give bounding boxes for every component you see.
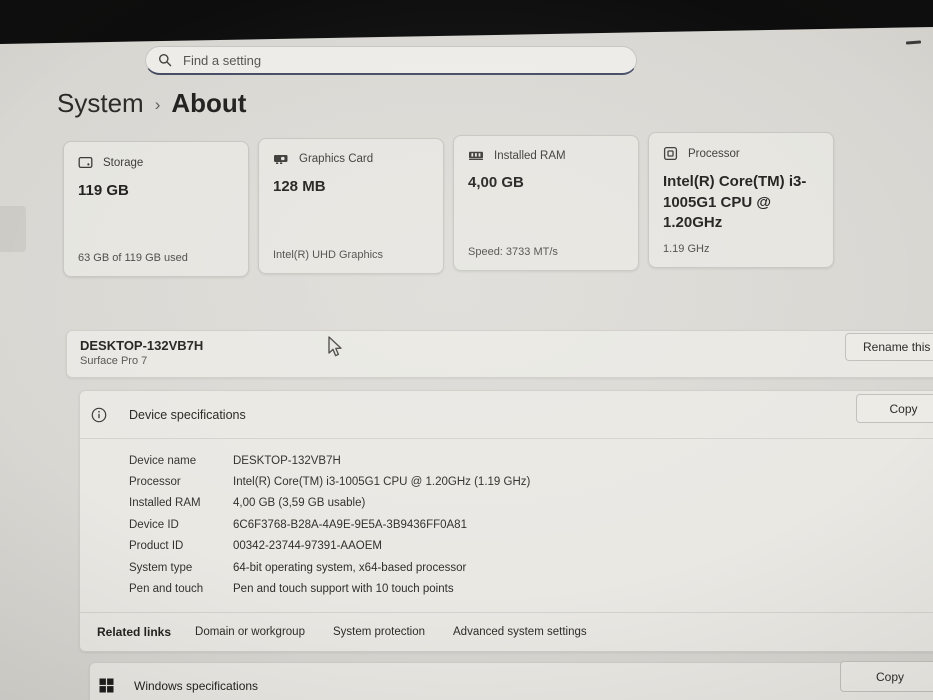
- settings-screen: System › About Storage 119 GB 63 GB of 1…: [0, 0, 933, 700]
- spec-row-system-type: System type 64-bit operating system, x64…: [129, 557, 933, 578]
- storage-icon: [78, 155, 93, 170]
- rename-pc-button[interactable]: Rename this: [845, 333, 933, 361]
- device-specs-title: Device specifications: [129, 407, 246, 422]
- card-graphics[interactable]: Graphics Card 128 MB Intel(R) UHD Graphi…: [258, 138, 444, 274]
- spec-row-device-id: Device ID 6C6F3768-B28A-4A9E-9E5A-3B9436…: [129, 514, 933, 535]
- spec-label: Device ID: [129, 518, 179, 531]
- photo-edge-artifact: [0, 206, 26, 252]
- breadcrumb: System › About: [57, 88, 246, 119]
- card-caption: Intel(R) UHD Graphics: [273, 249, 384, 261]
- minimize-icon[interactable]: [905, 40, 922, 45]
- ram-icon: [468, 149, 484, 162]
- chevron-right-icon: ›: [154, 95, 161, 114]
- card-label: Processor: [688, 147, 740, 160]
- search-input[interactable]: [181, 51, 624, 69]
- link-advanced-system-settings[interactable]: Advanced system settings: [453, 626, 587, 638]
- screen-bezel: [0, 0, 933, 44]
- search-icon: [158, 53, 172, 67]
- card-caption: Speed: 3733 MT/s: [468, 246, 558, 258]
- card-caption: 63 GB of 119 GB used: [78, 252, 188, 264]
- card-value: 4,00 GB: [468, 174, 524, 191]
- card-label: Graphics Card: [299, 153, 374, 165]
- spec-label: Product ID: [129, 540, 184, 553]
- spec-label: Pen and touch: [129, 583, 204, 596]
- link-domain-or-workgroup[interactable]: Domain or workgroup: [195, 626, 305, 638]
- breadcrumb-system[interactable]: System: [57, 88, 144, 119]
- processor-icon: [663, 146, 678, 161]
- spec-value: 4,00 GB (3,59 GB usable): [233, 497, 366, 510]
- spec-value: DESKTOP-132VB7H: [233, 454, 341, 467]
- related-links-row: Related links Domain or workgroup System…: [80, 613, 933, 652]
- hardware-cards: Storage 119 GB 63 GB of 119 GB used Grap…: [63, 132, 834, 277]
- spec-label: System type: [129, 561, 193, 574]
- card-storage[interactable]: Storage 119 GB 63 GB of 119 GB used: [63, 141, 249, 277]
- spec-label: Installed RAM: [129, 497, 201, 510]
- spec-value: 00342-23744-97391-AAOEM: [233, 540, 382, 553]
- spec-value: Pen and touch support with 10 touch poin…: [233, 583, 454, 596]
- spec-rows: Device name DESKTOP-132VB7H Processor In…: [80, 439, 933, 600]
- spec-row-installed-ram: Installed RAM 4,00 GB (3,59 GB usable): [129, 493, 933, 514]
- info-icon: [91, 407, 107, 423]
- spec-value: Intel(R) Core(TM) i3-1005G1 CPU @ 1.20GH…: [233, 476, 531, 489]
- device-name: DESKTOP-132VB7H: [80, 338, 204, 353]
- device-name-panel: DESKTOP-132VB7H Surface Pro 7: [66, 330, 933, 378]
- windows-specs-title: Windows specifications: [134, 679, 259, 693]
- copy-windows-specs-button[interactable]: Copy: [840, 661, 933, 692]
- spec-value: 6C6F3768-B28A-4A9E-9E5A-3B9436FF0A81: [233, 518, 467, 531]
- spec-row-product-id: Product ID 00342-23744-97391-AAOEM: [129, 536, 933, 557]
- windows-logo-icon: [99, 678, 114, 693]
- graphics-card-icon: [273, 152, 289, 166]
- link-system-protection[interactable]: System protection: [333, 626, 425, 638]
- spec-value: 64-bit operating system, x64-based proce…: [233, 561, 467, 574]
- page-title: About: [171, 88, 247, 118]
- device-model: Surface Pro 7: [80, 355, 148, 367]
- card-label: Storage: [103, 156, 144, 169]
- spec-row-processor: Processor Intel(R) Core(TM) i3-1005G1 CP…: [129, 471, 933, 492]
- card-processor[interactable]: Processor Intel(R) Core(TM) i3-1005G1 CP…: [648, 132, 834, 268]
- search-box[interactable]: [145, 46, 637, 75]
- card-caption: 1.19 GHz: [663, 243, 710, 255]
- windows-specs-panel[interactable]: Windows specifications: [89, 662, 933, 700]
- card-value: 128 MB: [273, 178, 326, 195]
- card-value: 119 GB: [78, 182, 129, 199]
- device-specs-header[interactable]: Device specifications: [80, 391, 933, 438]
- spec-label: Device name: [129, 454, 197, 467]
- related-links-label: Related links: [97, 625, 172, 640]
- card-ram[interactable]: Installed RAM 4,00 GB Speed: 3733 MT/s: [453, 135, 639, 271]
- spec-label: Processor: [129, 476, 181, 489]
- spec-row-device-name: Device name DESKTOP-132VB7H: [129, 450, 933, 471]
- copy-device-specs-button[interactable]: Copy: [856, 394, 933, 423]
- device-specs-panel: Device specifications Device name DESKTO…: [79, 390, 933, 652]
- spec-row-pen-touch: Pen and touch Pen and touch support with…: [129, 578, 933, 599]
- card-value: Intel(R) Core(TM) i3-1005G1 CPU @ 1.20GH…: [663, 173, 807, 232]
- card-label: Installed RAM: [494, 149, 566, 162]
